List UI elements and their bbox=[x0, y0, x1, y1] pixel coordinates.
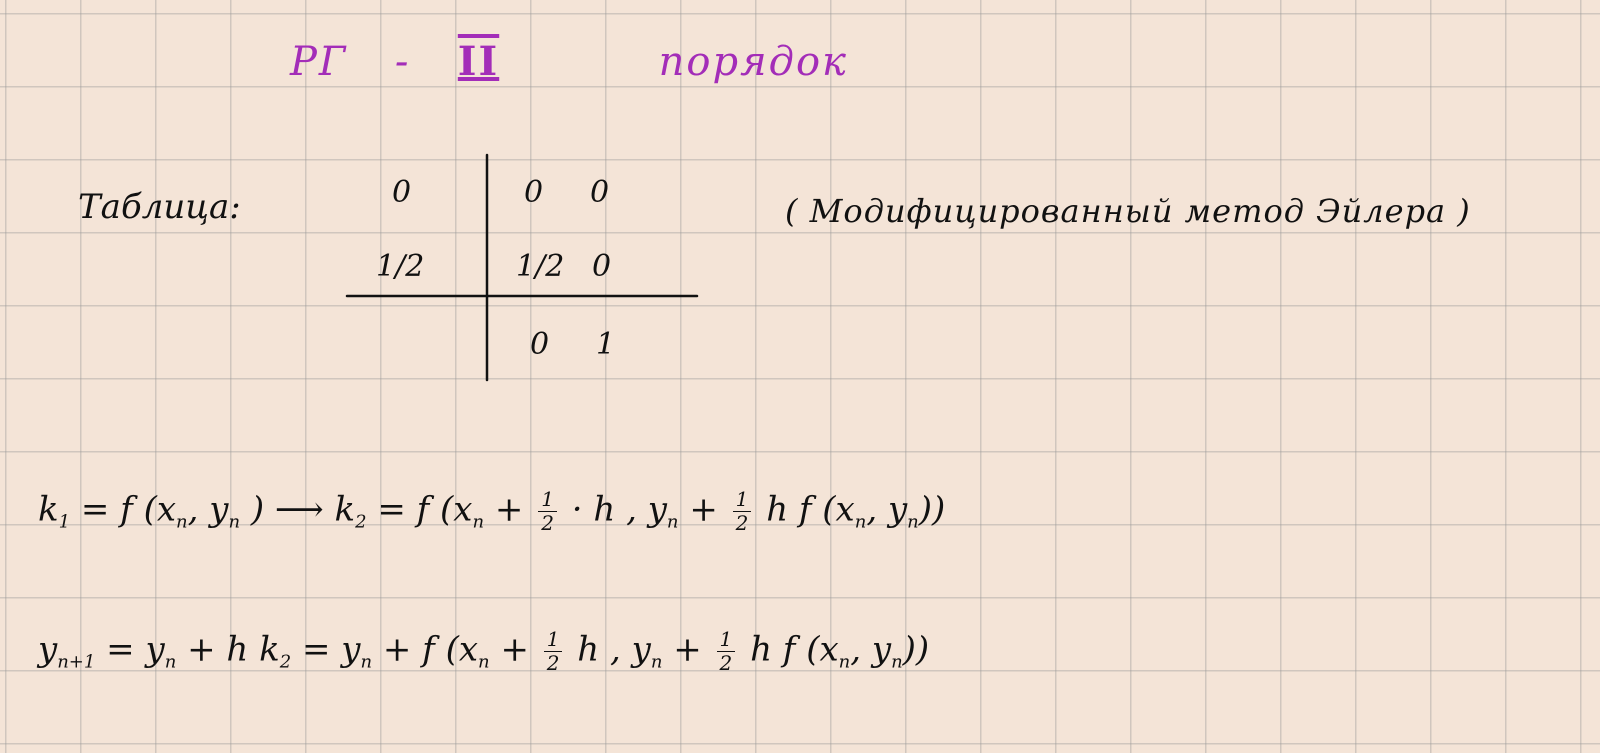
tableau-a12: 0 bbox=[590, 175, 610, 210]
formula-line-1: k1 = f (xn, yn ) ⟶ k2 = f (xn + 12 · h ,… bbox=[38, 487, 946, 535]
tableau-b2: 1 bbox=[596, 327, 616, 362]
method-note: ( Модифицированный метод Эйлера ) bbox=[785, 192, 1471, 230]
tableau-a11: 0 bbox=[524, 175, 544, 210]
fraction-one-half: 12 bbox=[538, 488, 557, 535]
fraction-one-half: 12 bbox=[543, 628, 563, 675]
formula-line-2: yn+1 = yn + h k2 = yn + f (xn + 12 h , y… bbox=[38, 627, 930, 675]
tableau-c2: 1/2 bbox=[376, 249, 425, 284]
tableau-a22: 0 bbox=[592, 249, 612, 284]
tableau-c1: 0 bbox=[392, 175, 412, 210]
fraction-one-half: 12 bbox=[732, 488, 752, 535]
fraction-one-half: 12 bbox=[716, 628, 736, 675]
tableau-a21: 1/2 bbox=[516, 249, 565, 284]
arrow-icon: ⟶ bbox=[274, 489, 324, 530]
tableau-b1: 0 bbox=[530, 327, 550, 362]
